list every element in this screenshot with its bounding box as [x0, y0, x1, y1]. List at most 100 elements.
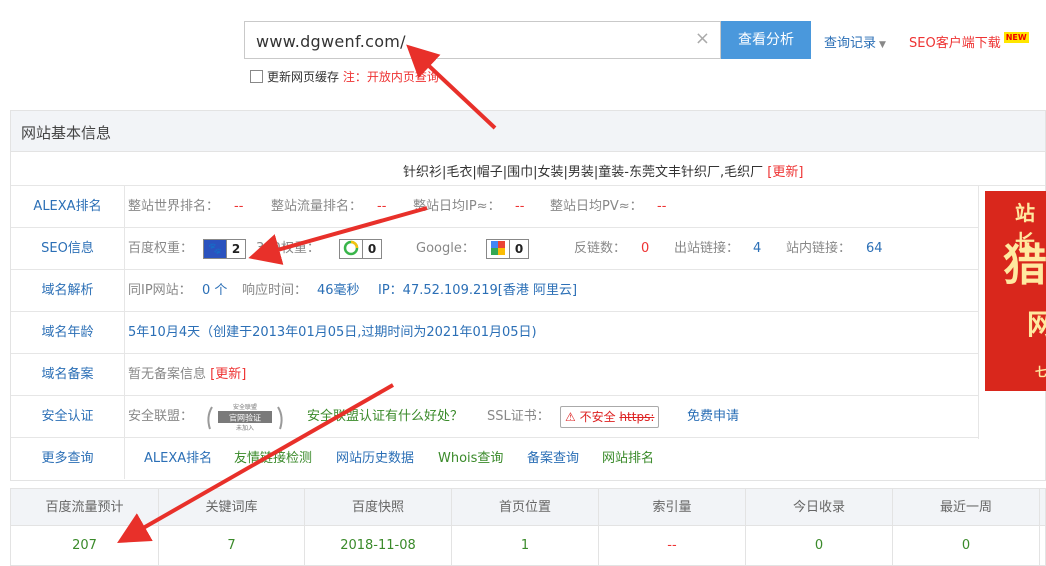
stats-value-cell[interactable]: 0 [893, 526, 1040, 565]
side-ad-text-2: 猎 [1003, 240, 1046, 291]
row-label-dns[interactable]: 域名解析 [11, 270, 125, 311]
response-time-label: 响应时间： [242, 283, 308, 298]
row-label-security[interactable]: 安全认证 [11, 396, 125, 437]
more-links: ALEXA排名 友情链接检测 网站历史数据 Whois查询 备案查询 网站排名 [128, 438, 978, 479]
domain-age-value: 5年10月4天（创建于2013年01月05日,过期时间为2021年01月05日) [128, 325, 537, 340]
stats-header-cell: 百度流量预计 [11, 489, 159, 525]
row-seo: SEO信息 百度权重： 🐾 2 360权重： 0 Google： 0 反链数： 0… [11, 228, 979, 270]
flow-rank-label: 整站流量排名： [271, 199, 363, 214]
site-title-update-link[interactable]: [更新] [767, 165, 803, 180]
panel-title: 网站基本信息 [21, 124, 112, 142]
analyze-button[interactable]: 查看分析 [721, 21, 811, 59]
baidu-weight-badge[interactable]: 🐾 2 [203, 228, 246, 269]
same-ip-label: 同IP网站： [128, 283, 192, 298]
row-label-more[interactable]: 更多查询 [11, 438, 125, 479]
so360-weight-badge[interactable]: 0 [339, 228, 382, 269]
so360-weight-label: 360权重： [256, 241, 320, 256]
stats-value-cell[interactable]: 207 [11, 526, 159, 565]
baidu-paw-icon: 🐾 [204, 239, 226, 258]
new-badge: NEW [1003, 32, 1029, 43]
daily-ip-value: -- [515, 199, 525, 214]
side-ad-text-4: 七 [1035, 365, 1046, 379]
top-bar: www.dgwenf.com/ × 查看分析 查询记录 ▼ SEO客户端下载 NEW… [0, 0, 1046, 100]
stats-value-cell[interactable]: -- [599, 526, 746, 565]
inlinks-label: 站内链接： [786, 241, 852, 256]
update-cache-checkbox[interactable] [250, 70, 263, 83]
update-cache-row: 更新网页缓存 注：开放内页查询 [250, 68, 439, 85]
more-link-friendlinks[interactable]: 友情链接检测 [234, 438, 312, 479]
table-divider [978, 185, 979, 439]
stats-header-cell: 最近一周 [893, 489, 1040, 525]
ssl-insecure-text: 不安全 [579, 409, 616, 424]
seo-client-label[interactable]: SEO客户端下载 [909, 36, 1001, 51]
security-content: 安全联盟： 安全联盟 官网验证 未加入 安全联盟认证有什么好处？ SSL证书： … [128, 396, 978, 437]
inlinks-value[interactable]: 64 [866, 228, 883, 269]
stats-value-cell[interactable]: 2018-11-08 [305, 526, 452, 565]
same-ip-value[interactable]: 0 个 [202, 270, 227, 311]
stats-value-row: 207 7 2018-11-08 1 -- 0 0 [10, 526, 1046, 566]
clear-icon[interactable]: × [695, 28, 710, 49]
stats-header-cell: 关键词库 [159, 489, 305, 525]
seo-client-download-link[interactable]: SEO客户端下载 NEW [909, 32, 1029, 51]
stats-value-cell[interactable]: 7 [159, 526, 305, 565]
alexa-content: 整站世界排名： -- 整站流量排名： -- 整站日均IP≈： -- 整站日均PV… [128, 186, 978, 227]
stats-header-cell: 首页位置 [452, 489, 599, 525]
more-link-history[interactable]: 网站历史数据 [336, 438, 414, 479]
more-link-rank[interactable]: 网站排名 [602, 438, 654, 479]
alliance-badge-top: 安全联盟 [233, 403, 257, 411]
google-weight-badge[interactable]: 0 [486, 228, 529, 269]
row-label-age[interactable]: 域名年龄 [11, 312, 125, 353]
ssl-badge[interactable]: ⚠ 不安全 https: [560, 396, 660, 437]
stats-header-cell: 索引量 [599, 489, 746, 525]
stats-value-cell[interactable]: 0 [746, 526, 893, 565]
ssl-https-text: https: [619, 409, 655, 424]
so360-icon [340, 240, 362, 258]
search-input-value[interactable]: www.dgwenf.com/ [256, 32, 406, 51]
so360-weight-value: 0 [362, 239, 381, 258]
row-security: 安全认证 安全联盟： 安全联盟 官网验证 未加入 安全联盟认证有什么好处？ SS… [11, 396, 979, 438]
baidu-weight-label: 百度权重： [128, 241, 194, 256]
icp-update-link[interactable]: [更新] [210, 367, 246, 382]
stats-header-cell: 今日收录 [746, 489, 893, 525]
world-rank-value: -- [234, 199, 244, 214]
seo-content: 百度权重： 🐾 2 360权重： 0 Google： 0 反链数： 0 出站链接：… [128, 228, 978, 269]
stats-table: 百度流量预计 关键词库 百度快照 首页位置 索引量 今日收录 最近一周 207 … [10, 488, 1046, 566]
response-time-value: 46毫秒 [317, 283, 360, 298]
flow-rank-value: -- [377, 199, 387, 214]
alliance-benefit-link[interactable]: 安全联盟认证有什么好处？ [307, 396, 463, 437]
warning-icon: ⚠ [565, 409, 576, 424]
site-title-row: 针织衫|毛衣|帽子|围巾|女装|男装|童装-东莞文丰针织厂,毛织厂 [更新] [11, 152, 1045, 186]
query-history-label[interactable]: 查询记录 [824, 36, 876, 51]
ssl-free-apply-link[interactable]: 免费申请 [687, 396, 739, 437]
daily-pv-label: 整站日均PV≈： [550, 199, 643, 214]
outlinks-label: 出站链接： [674, 241, 740, 256]
more-link-alexa[interactable]: ALEXA排名 [144, 438, 212, 479]
update-cache-label[interactable]: 更新网页缓存 [267, 70, 339, 84]
google-weight-value: 0 [509, 239, 528, 258]
side-ad-banner[interactable]: 站长 猎 网 七 [985, 191, 1046, 391]
daily-ip-label: 整站日均IP≈： [413, 199, 501, 214]
outlinks-value[interactable]: 4 [753, 228, 761, 269]
baidu-weight-value: 2 [226, 239, 245, 258]
more-link-icp[interactable]: 备案查询 [527, 438, 579, 479]
alliance-badge-main: 官网验证 [229, 413, 261, 423]
row-dns: 域名解析 同IP网站： 0 个 响应时间： 46毫秒 IP：47.52.109.… [11, 270, 979, 312]
more-link-whois[interactable]: Whois查询 [438, 438, 503, 479]
row-alexa: ALEXA排名 整站世界排名： -- 整站流量排名： -- 整站日均IP≈： -… [11, 186, 979, 228]
row-label-seo[interactable]: SEO信息 [11, 228, 125, 269]
alliance-badge[interactable]: 安全联盟 官网验证 未加入 [204, 401, 286, 437]
ip-info[interactable]: IP：47.52.109.219[香港 阿里云] [378, 270, 577, 311]
daily-pv-value: -- [657, 199, 667, 214]
world-rank-label: 整站世界排名： [128, 199, 220, 214]
panel-header: 网站基本信息 [11, 111, 1045, 152]
query-history-dropdown[interactable]: 查询记录 ▼ [824, 32, 886, 51]
row-age: 域名年龄 5年10月4天（创建于2013年01月05日,过期时间为2021年01… [11, 312, 979, 354]
icp-value: 暂无备案信息 [128, 367, 207, 382]
backlinks-value[interactable]: 0 [641, 228, 649, 269]
stats-value-cell[interactable]: 1 [452, 526, 599, 565]
url-search-input[interactable]: www.dgwenf.com/ × [244, 21, 721, 59]
site-title-text: 针织衫|毛衣|帽子|围巾|女装|男装|童装-东莞文丰针织厂,毛织厂 [更新] [403, 161, 803, 180]
google-label: Google： [416, 241, 475, 256]
row-label-alexa[interactable]: ALEXA排名 [11, 186, 125, 227]
row-label-icp[interactable]: 域名备案 [11, 354, 125, 395]
